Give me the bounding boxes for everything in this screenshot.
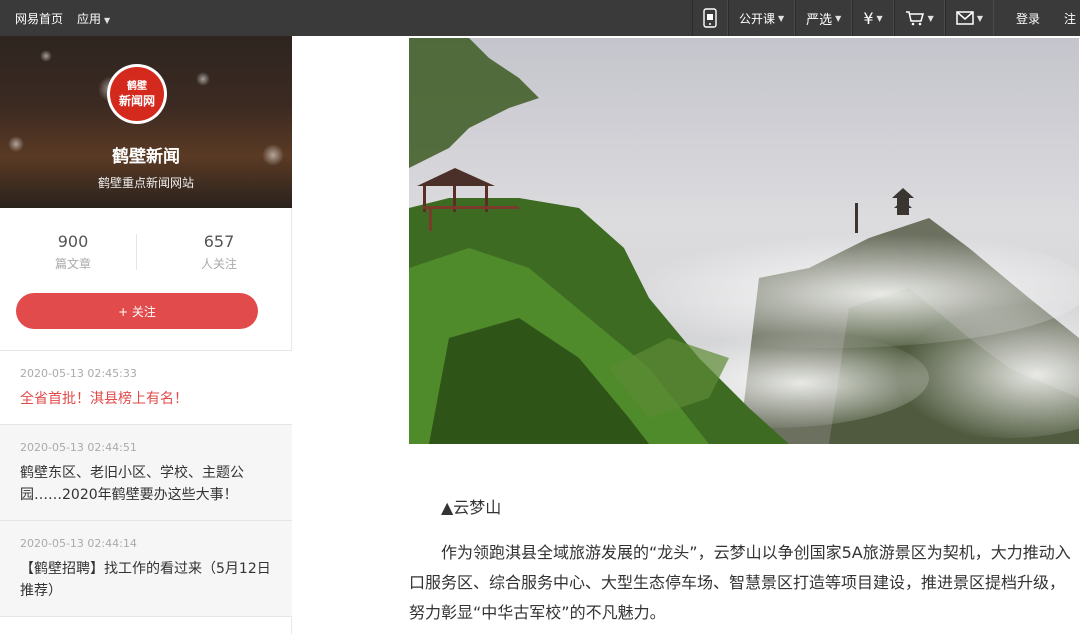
chevron-down-icon: ▼ [976,13,983,23]
public-course-label: 公开课 [738,11,775,26]
follower-count: 657 人关注 [146,208,292,286]
mobile-app-button[interactable] [691,0,728,36]
logo-emblem: 鹤壁 新闻网 [110,67,164,121]
logo-text-top: 鹤壁 [127,81,147,92]
logo-text-bottom: 新闻网 [118,94,155,108]
yanxuan-label: 严选 [806,12,833,28]
publisher-logo[interactable]: 鹤壁 新闻网 [107,64,167,124]
top-nav-right: 公开课 ▼ 严选 ▼ ¥ ▼ ▼ ▼ 登录 注 [691,0,1080,36]
list-item[interactable]: 2020-05-13 02:44:51 鹤壁东区、老旧小区、学校、主题公园……2… [0,425,292,521]
list-item-title[interactable]: 鹤壁东区、老旧小区、学校、主题公园……2020年鹤壁要办这些大事！ [20,462,272,506]
list-item[interactable]: 2020-05-13 02:44:14 【鹤壁招聘】找工作的看过来（5月12日推… [0,521,292,617]
mobile-phone-icon [703,8,717,28]
publisher-name[interactable]: 鹤壁新闻 [0,142,292,167]
cart-menu[interactable]: ▼ [893,0,945,36]
register-link[interactable]: 注 [1052,0,1080,36]
article-list: 2020-05-13 02:45:33 全省首批！淇县榜上有名！ 2020-05… [0,350,292,617]
publisher-stats: 900 篇文章 657 人关注 [0,208,292,286]
article-count-number: 900 [57,232,89,251]
list-item-title[interactable]: 【鹤壁招聘】找工作的看过来（5月12日推荐） [20,558,272,602]
yen-icon: ¥ [863,8,874,28]
article-count-label: 篇文章 [54,257,91,271]
chevron-down-icon: ▼ [104,15,111,25]
stats-divider [136,234,137,270]
bokeh-light [40,50,52,62]
top-navigation-bar: 网易首页 应用 ▼ 公开课 ▼ 严选 ▼ ¥ ▼ ▼ ▼ 登录 注 [0,0,1080,36]
list-item[interactable]: 2020-05-13 02:45:33 全省首批！淇县榜上有名！ [0,351,292,425]
home-link[interactable]: 网易首页 [15,10,63,27]
list-item-date: 2020-05-13 02:44:14 [20,537,137,550]
public-course-menu[interactable]: 公开课 ▼ [727,0,796,36]
shopping-cart-icon [905,11,924,26]
chevron-down-icon: ▼ [777,13,785,23]
list-item-title[interactable]: 全省首批！淇县榜上有名！ [20,388,272,410]
article-photo [409,38,1079,444]
login-link[interactable]: 登录 [994,0,1052,36]
article-paragraph: 作为领跑淇县全域旅游发展的“龙头”，云梦山以争创国家5A旅游景区为契机，大力推动… [409,543,1071,622]
publisher-banner: 鹤壁 新闻网 鹤壁新闻 鹤壁重点新闻网站 [0,36,292,208]
image-caption: ▲云梦山 [441,498,502,517]
yanxuan-menu[interactable]: 严选 ▼ [795,0,853,36]
follow-button[interactable]: + 关注 [16,293,258,329]
chevron-down-icon: ▼ [927,13,934,23]
publisher-sidebar: 鹤壁 新闻网 鹤壁新闻 鹤壁重点新闻网站 900 篇文章 657 人关注 + 关… [0,36,292,634]
follower-count-label: 人关注 [200,257,237,271]
mail-menu[interactable]: ▼ [944,0,994,36]
bokeh-light [196,72,210,86]
top-nav-left: 网易首页 应用 ▼ [15,0,110,36]
mail-icon [956,11,974,25]
chevron-down-icon: ▼ [835,13,842,23]
apps-menu-label: 应用 [77,11,102,26]
publisher-description: 鹤壁重点新闻网站 [97,176,194,190]
apps-menu[interactable]: 应用 ▼ [77,10,110,27]
list-item-date: 2020-05-13 02:45:33 [20,367,137,380]
list-item-date: 2020-05-13 02:44:51 [20,441,137,454]
article-count: 900 篇文章 [0,208,146,286]
follower-count-number: 657 [203,232,235,251]
chevron-down-icon: ▼ [876,13,883,23]
article-content: ▲云梦山 作为领跑淇县全域旅游发展的“龙头”，云梦山以争创国家5A旅游景区为契机… [293,36,1080,634]
finance-menu[interactable]: ¥ ▼ [852,0,894,36]
mountain-landscape-image [409,38,1079,444]
